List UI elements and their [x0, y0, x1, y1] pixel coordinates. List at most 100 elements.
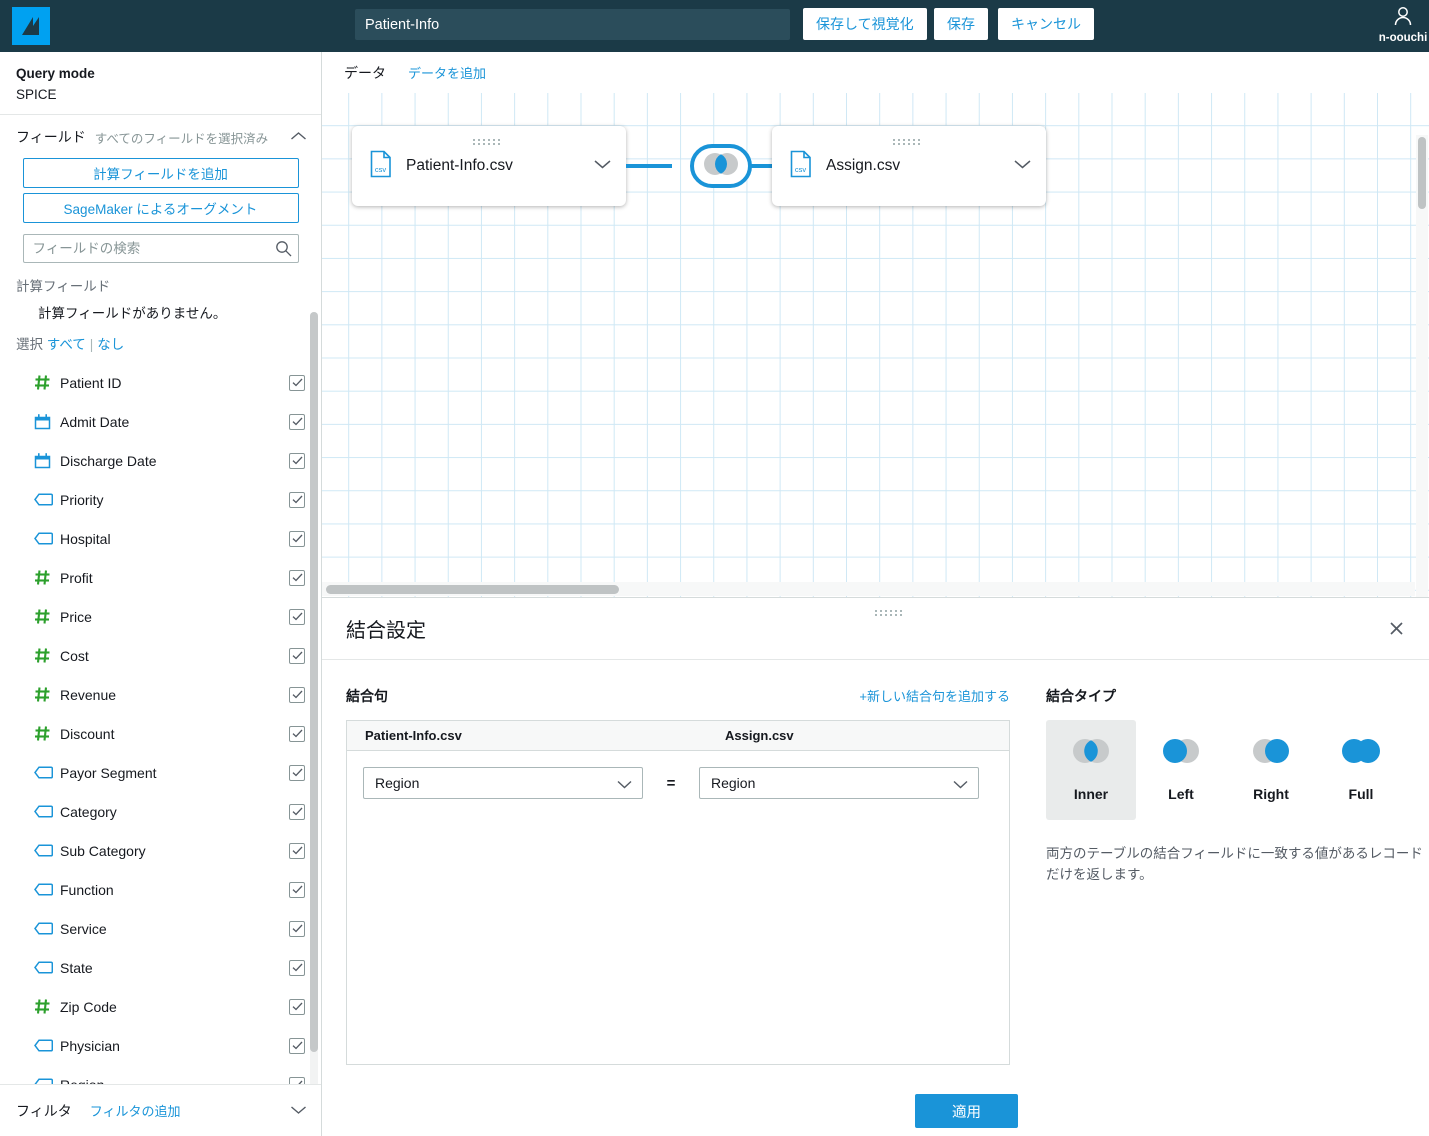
select-none-link[interactable]: なし [97, 337, 124, 352]
search-input[interactable] [22, 234, 299, 263]
field-row[interactable]: Service [0, 909, 321, 948]
field-row[interactable]: Category [0, 792, 321, 831]
field-row[interactable]: Profit [0, 558, 321, 597]
data-source-node-assign[interactable]: csv Assign.csv [772, 126, 1046, 206]
join-panel-title: 結合設定 [346, 620, 426, 642]
string-field-icon [34, 805, 56, 818]
field-checkbox[interactable] [289, 608, 305, 625]
left-sidebar: Query mode SPICE フィールド すべてのフィールドを選択済み 計算… [0, 52, 322, 1136]
add-calculated-field-button[interactable]: 計算フィールドを追加 [22, 158, 299, 188]
apply-button[interactable]: 適用 [915, 1094, 1018, 1128]
field-row[interactable]: Function [0, 870, 321, 909]
field-row[interactable]: Priority [0, 480, 321, 519]
add-join-clause-link[interactable]: +新しい結合句を追加する [859, 686, 1010, 705]
field-row[interactable]: Cost [0, 636, 321, 675]
filter-title: フィルタ [16, 1102, 72, 1119]
field-checkbox[interactable] [289, 1037, 305, 1054]
field-checkbox[interactable] [289, 569, 305, 586]
chevron-down-icon[interactable] [290, 1103, 307, 1118]
canvas-grid: csv Patient-Info.csv csv Assign.csv [322, 93, 1429, 597]
field-row[interactable]: State [0, 948, 321, 987]
chevron-down-icon [952, 777, 969, 793]
join-type-option-full[interactable]: Full [1316, 720, 1406, 820]
join-clause-title: 結合句 [346, 688, 388, 704]
field-row[interactable]: Discharge Date [0, 441, 321, 480]
join-clause-row: Region = Region [347, 751, 1009, 799]
fields-title: フィールド [16, 129, 86, 145]
dataset-title-input[interactable] [355, 9, 790, 40]
right-field-select[interactable]: Region [699, 767, 979, 799]
fields-subtitle: すべてのフィールドを選択済み [94, 131, 269, 146]
canvas-horizontal-scrollbar-thumb[interactable] [326, 585, 619, 594]
join-type-option-inner[interactable]: Inner [1046, 720, 1136, 820]
equals-operator: = [666, 774, 676, 792]
field-row[interactable]: Admit Date [0, 402, 321, 441]
sidebar-scrollbar-thumb[interactable] [310, 312, 318, 1052]
field-checkbox[interactable] [289, 725, 305, 742]
close-icon[interactable] [1383, 616, 1409, 642]
field-checkbox[interactable] [289, 413, 305, 430]
chevron-down-icon[interactable] [1013, 157, 1032, 175]
field-checkbox[interactable] [289, 452, 305, 469]
field-row[interactable]: Zip Code [0, 987, 321, 1026]
join-type-option-right[interactable]: Right [1226, 720, 1316, 820]
field-checkbox[interactable] [289, 647, 305, 664]
quicksight-logo-icon[interactable] [12, 7, 50, 45]
field-checkbox[interactable] [289, 842, 305, 859]
add-data-link[interactable]: データを追加 [408, 63, 486, 82]
canvas-vertical-scrollbar-thumb[interactable] [1418, 137, 1426, 209]
field-checkbox[interactable] [289, 686, 305, 703]
field-checkbox[interactable] [289, 803, 305, 820]
field-checkbox[interactable] [289, 959, 305, 976]
join-type-label: Left [1168, 786, 1194, 802]
cancel-button[interactable]: キャンセル [998, 8, 1094, 40]
field-name-label: Function [60, 881, 114, 898]
field-row[interactable]: Price [0, 597, 321, 636]
field-checkbox[interactable] [289, 920, 305, 937]
chevron-down-icon [616, 777, 633, 793]
drag-handle-icon[interactable] [473, 133, 505, 151]
sidebar-scrollbar[interactable] [310, 312, 318, 1087]
tab-data[interactable]: データ [344, 63, 386, 83]
field-checkbox[interactable] [289, 998, 305, 1015]
field-search-wrapper [22, 234, 299, 263]
number-field-icon [34, 569, 56, 586]
user-menu[interactable]: n-oouchi [1373, 4, 1429, 44]
data-source-node-patient-info[interactable]: csv Patient-Info.csv [352, 126, 626, 206]
field-checkbox[interactable] [289, 374, 305, 391]
field-name-label: State [60, 959, 93, 976]
join-type-option-left[interactable]: Left [1136, 720, 1226, 820]
column-header-left: Patient-Info.csv [365, 728, 462, 743]
field-row[interactable]: Physician [0, 1026, 321, 1065]
join-node-button[interactable] [690, 144, 752, 188]
query-mode-title: Query mode [16, 66, 95, 81]
data-canvas: データ データを追加 csv Patient-Info.csv csv Assi… [322, 52, 1429, 597]
field-checkbox[interactable] [289, 530, 305, 547]
field-checkbox[interactable] [289, 764, 305, 781]
save-button[interactable]: 保存 [934, 8, 988, 40]
add-filter-link[interactable]: フィルタの追加 [90, 1101, 181, 1120]
save-and-visualize-button[interactable]: 保存して視覚化 [803, 8, 927, 40]
canvas-horizontal-scrollbar[interactable] [322, 582, 1415, 596]
field-checkbox[interactable] [289, 491, 305, 508]
field-row[interactable]: Sub Category [0, 831, 321, 870]
field-row[interactable]: Hospital [0, 519, 321, 558]
field-row[interactable]: Discount [0, 714, 321, 753]
select-label: 選択 [16, 337, 43, 352]
field-name-label: Discount [60, 725, 115, 742]
join-type-label: Full [1348, 786, 1374, 802]
field-name-label: Profit [60, 569, 93, 586]
sagemaker-augment-button[interactable]: SageMaker によるオーグメント [22, 193, 299, 223]
left-field-select[interactable]: Region [363, 767, 643, 799]
drag-handle-icon[interactable] [893, 133, 925, 151]
field-checkbox[interactable] [289, 881, 305, 898]
field-row[interactable]: Patient ID [0, 363, 321, 402]
field-row[interactable]: Revenue [0, 675, 321, 714]
chevron-down-icon[interactable] [593, 157, 612, 175]
select-all-link[interactable]: すべて [47, 337, 86, 352]
canvas-vertical-scrollbar[interactable] [1416, 135, 1428, 597]
field-row[interactable]: Payor Segment [0, 753, 321, 792]
chevron-up-icon[interactable] [290, 130, 307, 145]
string-field-icon [34, 961, 56, 974]
panel-resize-handle[interactable] [875, 604, 909, 622]
